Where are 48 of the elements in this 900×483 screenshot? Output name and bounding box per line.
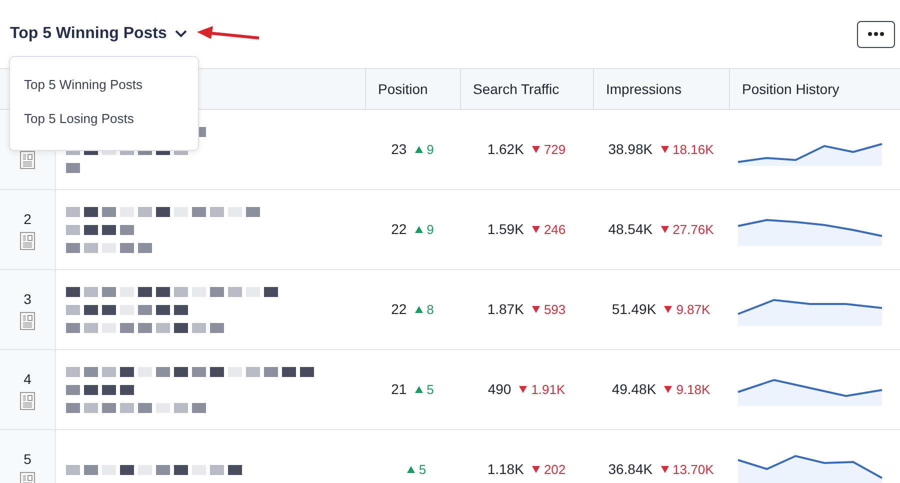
column-header[interactable]: Search Traffic (473, 78, 560, 100)
impressions-value: 36.84K (608, 460, 653, 479)
change-value: 9 (426, 140, 434, 159)
traffic-value: 1.87K (487, 300, 524, 319)
impressions-value: 51.49K (612, 300, 656, 319)
position-value: 22 (391, 300, 407, 319)
change-value: 5 (426, 380, 434, 399)
change-value: 593 (544, 300, 566, 319)
change-value: 729 (544, 140, 566, 159)
document-icon (20, 151, 35, 169)
change-value: 246 (544, 220, 566, 239)
impressions-value: 49.48K (612, 380, 656, 399)
annotation-arrow-icon (194, 26, 261, 42)
change-value: 8 (426, 300, 434, 319)
traffic-value: 490 (488, 380, 512, 399)
traffic-value: 1.59K (487, 220, 524, 239)
row-number: 5 (24, 450, 32, 469)
dropdown-item[interactable]: Top 5 Losing Posts (10, 104, 198, 132)
document-icon (20, 232, 35, 250)
chevron-down-icon[interactable] (174, 30, 187, 38)
traffic-value: 1.62K (487, 140, 524, 159)
change-value: 5 (418, 460, 426, 479)
impressions-value: 38.98K (608, 140, 653, 159)
dropdown-item[interactable]: Top 5 Winning Posts (10, 71, 198, 98)
change-value: 9.18K (676, 380, 710, 399)
position-value: 21 (391, 380, 407, 399)
position-value: 23 (391, 140, 407, 159)
column-header[interactable]: Impressions (606, 78, 682, 100)
section-title[interactable]: Top 5 Winning Posts (10, 22, 167, 46)
change-value: 9 (426, 220, 434, 239)
document-icon (20, 392, 35, 410)
change-value: 9.87K (676, 300, 710, 319)
change-value: 13.70K (672, 460, 714, 479)
row-number: 3 (24, 290, 32, 309)
row-number: 4 (24, 370, 32, 389)
column-header[interactable]: Position History (742, 78, 840, 100)
position-value: 22 (391, 220, 407, 239)
column-header[interactable]: Position (378, 78, 428, 100)
change-value: 27.76K (672, 220, 714, 239)
more-options-button[interactable] (857, 20, 895, 48)
row-number: 2 (24, 210, 32, 229)
change-value: 1.91K (531, 380, 566, 399)
traffic-value: 1.18K (487, 460, 524, 479)
impressions-value: 48.54K (608, 220, 653, 239)
document-icon (20, 312, 35, 330)
change-value: 202 (544, 460, 566, 479)
change-value: 18.16K (672, 140, 714, 159)
ellipsis-icon (868, 32, 884, 36)
